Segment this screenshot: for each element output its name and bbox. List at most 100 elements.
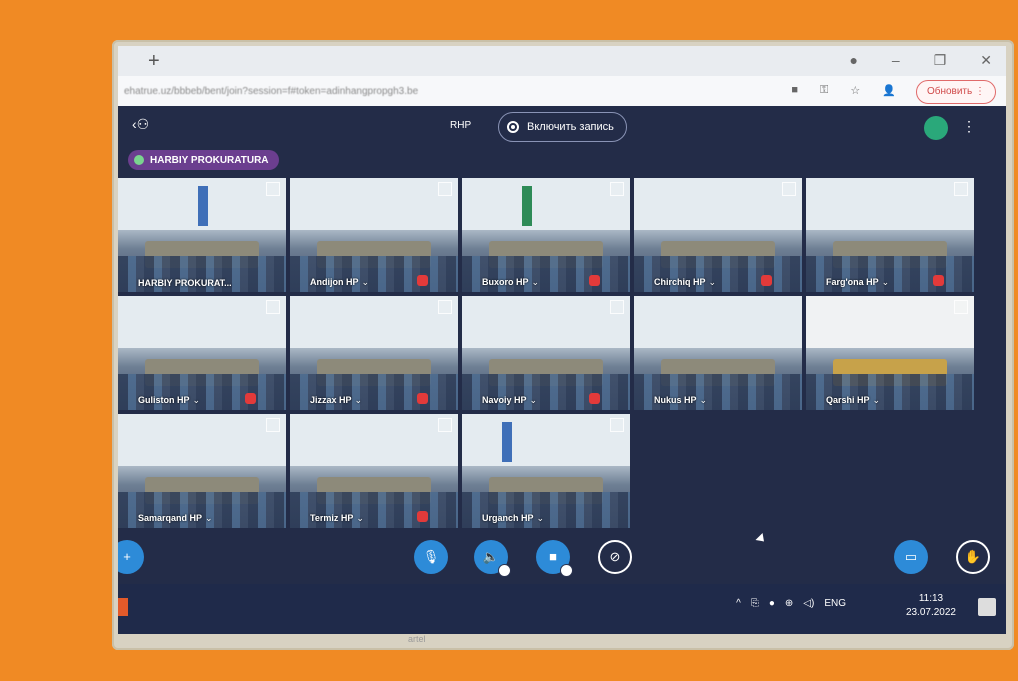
video-grid: HARBIY PROKURAT... Andijon HP ⌄ Buxoro HP… [118, 178, 1006, 546]
tile-label[interactable]: HARBIY PROKURAT... [138, 278, 232, 288]
tile-label[interactable]: Jizzax HP ⌄ [310, 395, 362, 406]
tile-label[interactable]: Samarqand HP ⌄ [138, 513, 213, 524]
notification-icon[interactable] [978, 598, 996, 616]
tile-label[interactable]: Termiz HP ⌄ [310, 513, 364, 524]
microphone-icon[interactable]: 🎙 [414, 540, 448, 574]
expand-icon[interactable] [266, 418, 280, 432]
room-status-icon [134, 155, 144, 165]
expand-icon[interactable] [610, 300, 624, 314]
expand-icon[interactable] [954, 300, 968, 314]
profile-icon[interactable]: ● [849, 52, 857, 69]
muted-mic-icon [245, 393, 256, 404]
video-tile[interactable]: Qarshi HP ⌄ [806, 296, 974, 410]
video-tile[interactable]: Buxoro HP ⌄ [462, 178, 630, 292]
close-button[interactable]: ✕ [980, 52, 992, 69]
flag [502, 422, 512, 462]
microphone-tray-icon[interactable]: ● [769, 598, 775, 609]
volume-icon[interactable]: ◁) [803, 598, 814, 609]
screen-share-off-icon[interactable]: ⊘ [598, 540, 632, 574]
room-badge: HARBIY PROKURATURA [128, 150, 279, 170]
star-icon[interactable]: ☆ [850, 84, 860, 97]
key-icon[interactable]: ⚿ [820, 84, 828, 97]
expand-icon[interactable] [438, 300, 452, 314]
update-button[interactable]: Обновить ⋮ [915, 80, 996, 104]
tile-label[interactable]: Farg'ona HP ⌄ [826, 277, 889, 288]
language-indicator[interactable]: ENG [824, 598, 846, 609]
video-tile[interactable]: Navoiy HP ⌄ [462, 296, 630, 410]
tile-label[interactable]: Chirchiq HP ⌄ [654, 277, 716, 288]
dropdown-dot[interactable] [560, 564, 573, 577]
expand-icon[interactable] [438, 418, 452, 432]
flag [198, 186, 208, 226]
monitor-icon[interactable]: ▭ [894, 540, 928, 574]
expand-icon[interactable] [610, 418, 624, 432]
chevron-up-icon[interactable]: ^ [736, 598, 741, 609]
maximize-button[interactable]: ❐ [934, 52, 947, 69]
muted-mic-icon [417, 393, 428, 404]
video-tile[interactable]: Farg'ona HP ⌄ [806, 178, 974, 292]
video-content [462, 296, 630, 349]
expand-icon[interactable] [610, 182, 624, 196]
account-icon[interactable]: 👤 [882, 84, 896, 97]
tile-label[interactable]: Navoiy HP ⌄ [482, 395, 537, 406]
video-tile[interactable]: Termiz HP ⌄ [290, 414, 458, 528]
expand-icon[interactable] [954, 182, 968, 196]
tile-name: Andijon HP [310, 277, 359, 287]
minimize-button[interactable]: – [892, 52, 900, 69]
tile-label[interactable]: Buxoro HP ⌄ [482, 277, 539, 288]
users-icon[interactable]: ‹⚇ [132, 116, 149, 133]
video-content [118, 296, 286, 349]
system-tray: ^ ⎘ ● ⊕ ◁) ENG [736, 598, 846, 609]
video-content [806, 296, 974, 349]
hand-icon[interactable]: ✋ [956, 540, 990, 574]
tile-name: Termiz HP [310, 513, 354, 523]
record-label: Включить запись [527, 121, 614, 133]
tile-name: Chirchiq HP [654, 277, 706, 287]
start-icon[interactable] [118, 598, 128, 616]
video-tile[interactable]: Jizzax HP ⌄ [290, 296, 458, 410]
clock[interactable]: 11:13 23.07.2022 [906, 592, 956, 620]
tile-label[interactable]: Guliston HP ⌄ [138, 395, 200, 406]
new-tab-button[interactable]: + [148, 50, 160, 73]
tile-label[interactable]: Urganch HP ⌄ [482, 513, 544, 524]
room-name: HARBIY PROKURATURA [150, 154, 269, 166]
update-label: Обновить [926, 86, 973, 97]
video-tile[interactable]: Urganch HP ⌄ [462, 414, 630, 528]
network-icon[interactable]: ⎘ [751, 598, 759, 609]
monitor-logo: artel [408, 634, 426, 644]
camera-indicator-icon[interactable]: ■ [791, 84, 798, 97]
video-tile[interactable]: Guliston HP ⌄ [118, 296, 286, 410]
expand-icon[interactable] [782, 182, 796, 196]
video-content [806, 178, 974, 231]
tile-name: Samarqand HP [138, 513, 203, 523]
tile-name: Urganch HP [482, 513, 534, 523]
video-content [290, 178, 458, 231]
globe-icon[interactable]: ⊕ [785, 598, 793, 609]
expand-icon[interactable] [266, 300, 280, 314]
address-bar[interactable]: ehatrue.uz/bbbeb/bent/join?session=f#tok… [118, 76, 1006, 106]
camera-icon[interactable]: ■ [536, 540, 573, 577]
muted-mic-icon [761, 275, 772, 286]
tile-name: Jizzax HP [310, 395, 352, 405]
expand-icon[interactable] [266, 182, 280, 196]
video-tile[interactable]: HARBIY PROKURAT... [118, 178, 286, 292]
window-controls: ● – ❐ ✕ [849, 52, 992, 69]
video-tile[interactable]: Andijon HP ⌄ [290, 178, 458, 292]
connection-status-icon[interactable] [924, 116, 948, 140]
plus-icon[interactable]: + [118, 540, 144, 574]
url-text[interactable]: ehatrue.uz/bbbeb/bent/join?session=f#tok… [124, 86, 418, 97]
record-button[interactable]: Включить запись [498, 112, 627, 142]
tile-label[interactable]: Andijon HP ⌄ [310, 277, 369, 288]
tile-label[interactable]: Qarshi HP ⌄ [826, 395, 880, 406]
tile-name: Navoiy HP [482, 395, 527, 405]
video-tile[interactable]: Samarqand HP ⌄ [118, 414, 286, 528]
video-tile[interactable]: Nukus HP ⌄ [634, 296, 802, 410]
video-content [634, 178, 802, 231]
more-options-icon[interactable]: ⋮ [962, 118, 976, 135]
tile-label[interactable]: Nukus HP ⌄ [654, 395, 707, 406]
video-content [290, 414, 458, 467]
expand-icon[interactable] [438, 182, 452, 196]
video-tile[interactable]: Chirchiq HP ⌄ [634, 178, 802, 292]
dropdown-dot[interactable] [498, 564, 511, 577]
speaker-icon[interactable]: 🔈 [474, 540, 511, 577]
